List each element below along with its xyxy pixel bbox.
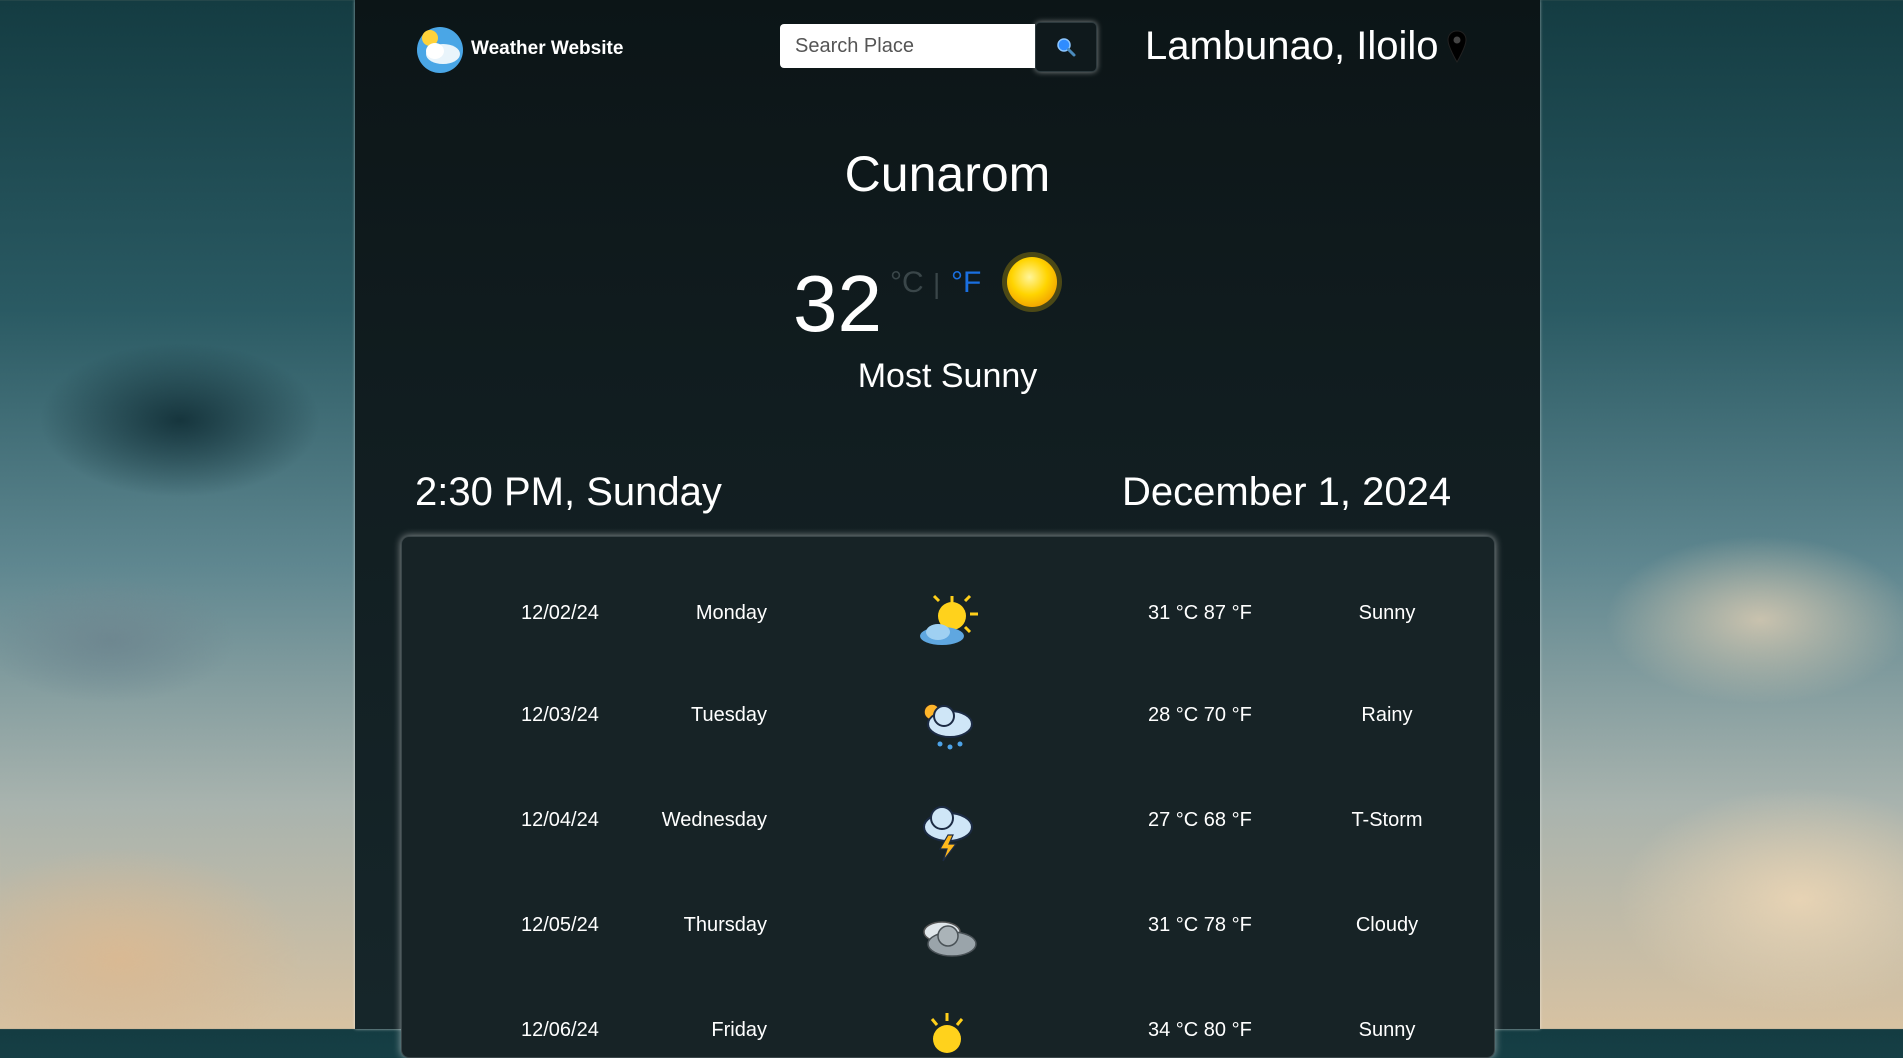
forecast-day: Monday — [695, 602, 767, 624]
sun-icon — [1002, 252, 1062, 312]
main-panel: Weather Website Lambunao, Iloilo Cunarom… — [355, 0, 1540, 1058]
search-icon — [1057, 38, 1076, 57]
brand-name: Weather Website — [471, 38, 624, 59]
forecast-day: Wednesday — [661, 809, 767, 831]
forecast-date: 12/03/24 — [521, 704, 599, 726]
forecast-condition: Sunny — [1358, 1019, 1416, 1041]
current-location[interactable]: Lambunao, Iloilo — [1145, 24, 1467, 69]
forecast-day: Tuesday — [691, 704, 767, 726]
celsius-toggle[interactable]: °C — [890, 266, 924, 300]
sun-cloud-icon — [920, 594, 978, 645]
forecast-condition: T-Storm — [1351, 809, 1423, 831]
forecast-row: 12/02/24 Monday 31 °C 87 °F Sunny — [402, 594, 1494, 692]
forecast-row: 12/06/24 Friday 34 °C 80 °F Sunny — [402, 1013, 1494, 1057]
unit-separator: | — [933, 268, 941, 299]
weather-logo-icon — [417, 27, 463, 73]
forecast-condition: Cloudy — [1355, 914, 1419, 936]
cloudy-icon — [923, 921, 977, 957]
search-button[interactable] — [1035, 22, 1097, 72]
location-text: Lambunao, Iloilo — [1145, 24, 1439, 68]
forecast-temperature: 31 °C 87 °F — [1148, 602, 1252, 624]
forecast-temperature: 31 °C 78 °F — [1148, 914, 1252, 936]
forecast-list: 12/02/24 Monday 31 °C 87 °F Sunny 12/03/… — [401, 536, 1495, 1058]
sun-icon — [930, 1013, 964, 1053]
forecast-temperature: 27 °C 68 °F — [1148, 809, 1252, 831]
thunderstorm-icon — [923, 806, 973, 862]
forecast-condition: Sunny — [1358, 602, 1416, 624]
place-name: Cunarom — [844, 146, 1051, 202]
fahrenheit-toggle[interactable]: °F — [951, 266, 981, 300]
forecast-date: 12/02/24 — [521, 602, 599, 624]
forecast-date: 12/06/24 — [521, 1019, 599, 1041]
forecast-day: Thursday — [683, 914, 767, 936]
forecast-day: Friday — [711, 1019, 767, 1041]
forecast-row: 12/03/24 Tuesday 28 °C 70 °F Rainy — [402, 703, 1494, 794]
search-bar — [780, 22, 1097, 72]
rain-cloud-icon — [923, 703, 973, 750]
current-temperature: 32 — [793, 259, 882, 348]
forecast-temperature: 28 °C 70 °F — [1148, 704, 1252, 726]
forecast-row: 12/04/24 Wednesday 27 °C 68 °F T-Storm — [402, 806, 1494, 899]
forecast-temperature: 34 °C 80 °F — [1148, 1019, 1252, 1041]
forecast-date: 12/05/24 — [521, 914, 599, 936]
forecast-date: 12/04/24 — [521, 809, 599, 831]
brand[interactable]: Weather Website — [415, 24, 623, 74]
location-pin-icon — [1447, 29, 1467, 63]
current-condition: Most Sunny — [857, 357, 1038, 395]
current-time: 2:30 PM, Sunday — [415, 470, 722, 514]
forecast-condition: Rainy — [1361, 704, 1413, 726]
forecast-row: 12/05/24 Thursday 31 °C 78 °F Cloudy — [402, 914, 1494, 1004]
search-input[interactable] — [780, 24, 1035, 68]
current-date: December 1, 2024 — [1122, 470, 1452, 514]
